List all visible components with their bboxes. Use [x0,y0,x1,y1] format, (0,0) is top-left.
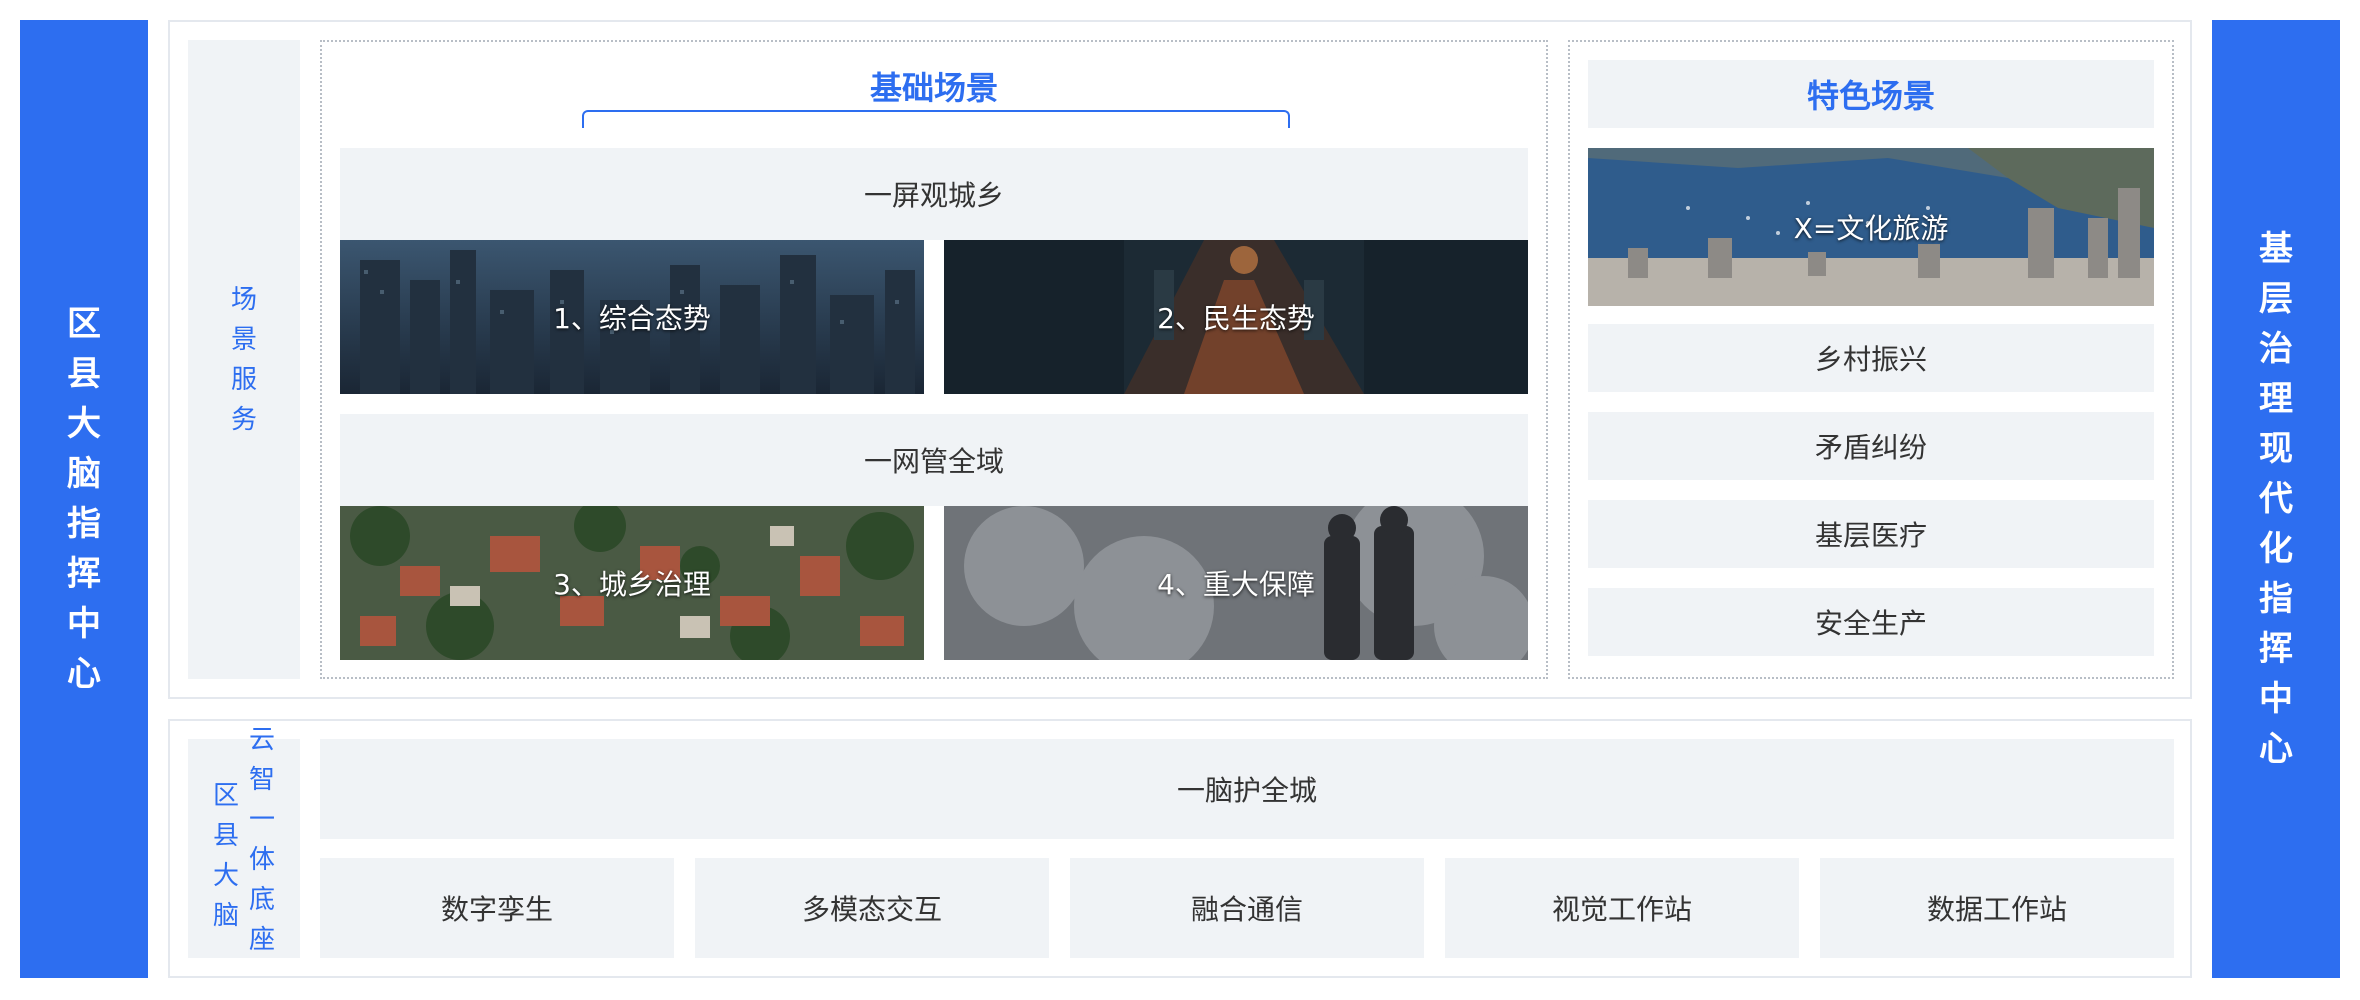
base-label-col1: 区 县 大 脑 [213,776,239,936]
base-label-char: 底 [249,884,276,915]
base-label-char: 智 [249,764,276,795]
left-bar-char: 脑 [67,454,101,494]
base-label-char: 区 [212,780,239,811]
left-bar-char: 指 [67,504,101,544]
base-label-char: 大 [212,860,239,891]
right-title-bar: 基 层 治 理 现 代 化 指 挥 中 心 [2212,20,2340,978]
scene-service-panel: 场 景 服 务 基础场景 一屏观城乡 1、综合态势 2、民生态势 一网管全域 3… [168,20,2192,699]
group-network-governance: 一网管全域 [340,414,1528,506]
right-bar-char: 理 [2259,379,2293,419]
feature-item-safe-production[interactable]: 安全生产 [1588,588,2154,656]
right-bar-char: 挥 [2259,629,2293,669]
scene-service-char: 景 [230,324,257,355]
scene-service-label: 场 景 服 务 [188,40,300,679]
left-bar-char: 大 [67,404,101,444]
base-label-col2: 云 智 一 体 底 座 [249,720,275,960]
base-label-char: 县 [212,820,239,851]
left-bar-char: 中 [67,604,101,644]
scene-service-char: 服 [230,364,257,395]
scene-tile-livelihood[interactable]: 2、民生态势 [944,240,1528,394]
scene-service-char: 场 [230,284,257,315]
module-digital-twin[interactable]: 数字孪生 [320,858,674,958]
basic-scenes-bracket [582,110,1290,128]
left-bar-char: 区 [67,304,101,344]
feature-item-primary-healthcare[interactable]: 基层医疗 [1588,500,2154,568]
right-bar-char: 治 [2259,329,2293,369]
left-bar-char: 心 [67,654,101,694]
right-bar-char: 指 [2259,579,2293,619]
module-converged-communication[interactable]: 融合通信 [1070,858,1424,958]
base-platform-panel: 区 县 大 脑 云 智 一 体 底 座 一脑护全城 数字孪生 多模态交互 融合通… [168,719,2192,978]
base-label-char: 一 [249,804,276,835]
basic-scenes-title: 基础场景 [869,69,998,107]
right-bar-char: 心 [2259,729,2293,769]
right-bar-text: 基 层 治 理 现 代 化 指 挥 中 心 [2259,224,2293,774]
scene-tile-major-guarantee[interactable]: 4、重大保障 [944,506,1528,660]
base-label-char: 体 [249,844,276,875]
tile-label: 4、重大保障 [1157,568,1315,601]
tile-label: 1、综合态势 [553,302,711,335]
group-title: 一屏观城乡 [863,179,1004,212]
right-bar-char: 层 [2259,279,2293,319]
right-bar-char: 化 [2259,529,2293,569]
right-bar-char: 基 [2259,229,2293,269]
group-title: 一网管全域 [863,445,1004,478]
feature-item-disputes[interactable]: 矛盾纠纷 [1588,412,2154,480]
brain-protects-city[interactable]: 一脑护全城 [320,739,2174,839]
tile-label: 2、民生态势 [1157,302,1315,335]
scene-service-text: 场 景 服 务 [231,280,257,440]
feature-scenes-box: 特色场景 X=文化旅游 乡村振兴 矛盾纠纷 基层医疗 安全生产 [1568,40,2174,679]
scene-tile-urban-rural[interactable]: 3、城乡治理 [340,506,924,660]
base-label-char: 脑 [212,900,239,931]
left-title-bar: 区 县 大 脑 指 挥 中 心 [20,20,148,978]
module-vision-workstation[interactable]: 视觉工作站 [1445,858,1799,958]
left-bar-char: 县 [67,354,101,394]
basic-scenes-box: 基础场景 一屏观城乡 1、综合态势 2、民生态势 一网管全域 3、城乡治理 4、… [320,40,1548,679]
tile-label: 3、城乡治理 [553,568,711,601]
left-bar-char: 挥 [67,554,101,594]
base-platform-label: 区 县 大 脑 云 智 一 体 底 座 [188,725,300,958]
module-data-workstation[interactable]: 数据工作站 [1820,858,2174,958]
feature-tile-culture-tourism[interactable]: X=文化旅游 [1588,148,2154,306]
base-label-char: 座 [249,924,276,955]
scene-tile-comprehensive[interactable]: 1、综合态势 [340,240,924,394]
base-label-char: 云 [249,724,276,755]
left-bar-text: 区 县 大 脑 指 挥 中 心 [67,299,101,699]
right-bar-char: 现 [2259,429,2293,469]
tile-label: X=文化旅游 [1793,212,1949,245]
feature-item-rural-revitalization[interactable]: 乡村振兴 [1588,324,2154,392]
right-bar-char: 中 [2259,679,2293,719]
module-multimodal-interaction[interactable]: 多模态交互 [695,858,1049,958]
right-bar-char: 代 [2259,479,2293,519]
feature-scenes-title: 特色场景 [1588,60,2154,128]
scene-service-char: 务 [230,404,257,435]
group-screen-overview: 一屏观城乡 [340,148,1528,240]
